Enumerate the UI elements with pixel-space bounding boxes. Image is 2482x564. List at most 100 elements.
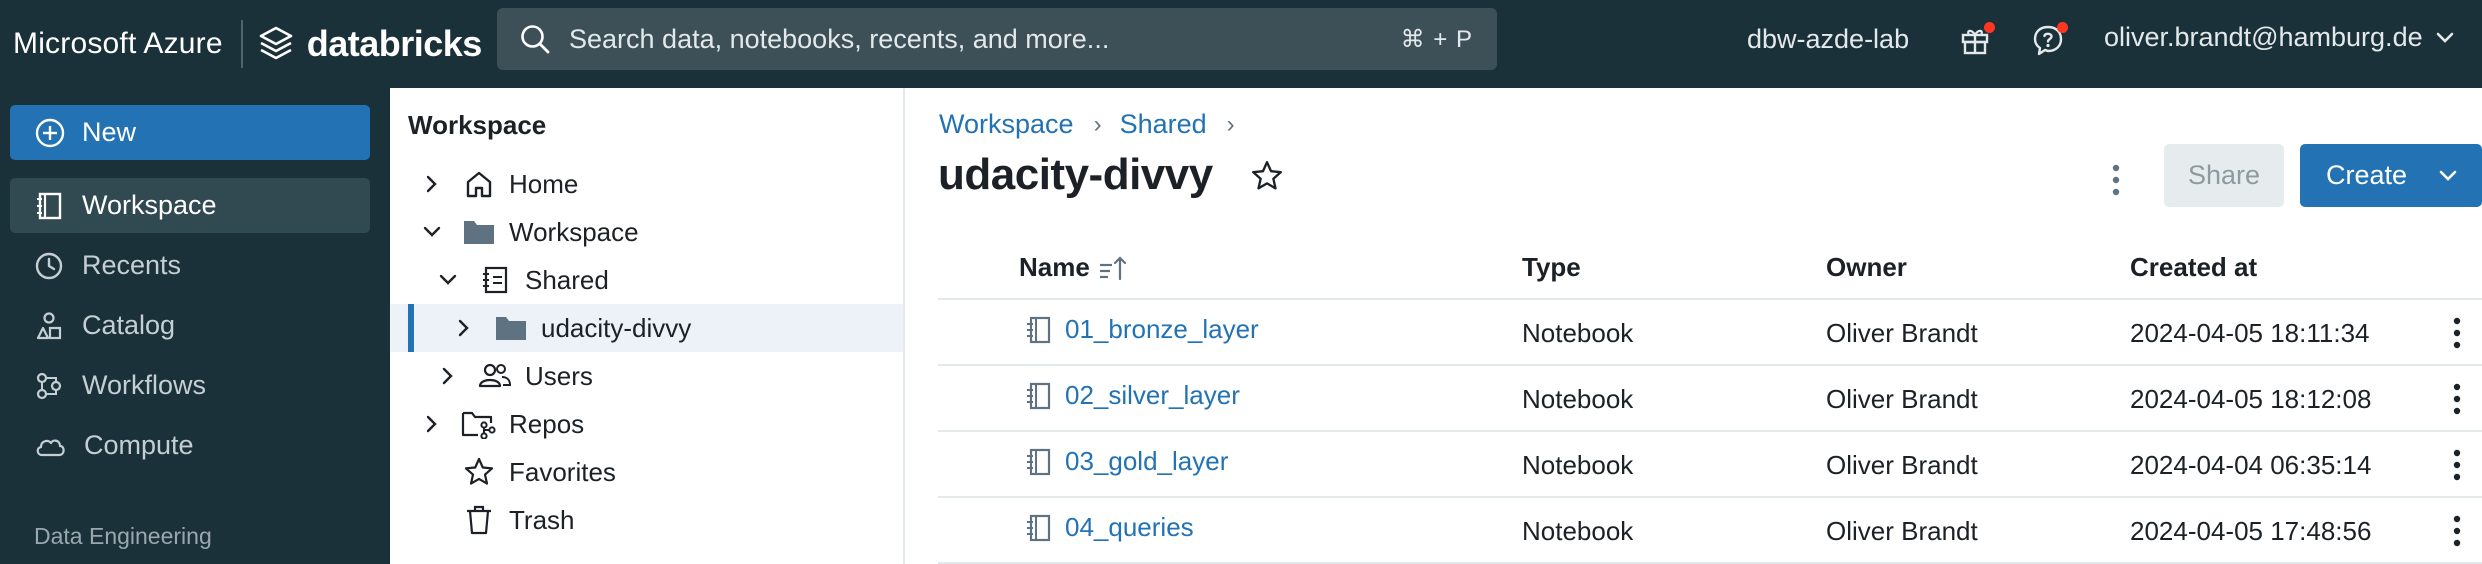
sidebar-item-label: Compute (84, 430, 194, 460)
top-bar: Microsoft Azure databricks ⌘ + P dbw-azd… (0, 0, 2482, 88)
sidebar-item-workflows[interactable]: Workflows (10, 358, 370, 413)
sidebar-item-label: Workspace (82, 190, 217, 220)
tree-item-home[interactable]: Home (390, 160, 903, 208)
databricks-logo[interactable]: databricks (259, 23, 482, 65)
folder-icon (493, 311, 529, 345)
notebook-link[interactable]: 03_gold_layer (1065, 446, 1228, 477)
kebab-menu-icon (2453, 317, 2461, 349)
owner-cell: Oliver Brandt (1826, 450, 1978, 480)
tree-title: Workspace (408, 110, 547, 140)
table-row[interactable]: 02_silver_layer Notebook Oliver Brandt 2… (938, 366, 2482, 432)
breadcrumb-link-workspace[interactable]: Workspace (939, 109, 1074, 140)
workspace-switcher[interactable]: dbw-azde-lab (1747, 24, 1909, 55)
tree-item-workspace[interactable]: Workspace (390, 208, 903, 256)
new-button[interactable]: New (10, 105, 370, 160)
chevron-right-icon: › (1226, 110, 1235, 138)
sidebar-section-heading: Data Engineering (34, 523, 212, 549)
sidebar-item-compute[interactable]: Compute (10, 418, 370, 473)
kebab-menu-icon (2112, 164, 2120, 196)
chevron-down-icon[interactable] (420, 220, 444, 244)
chevron-right-icon[interactable] (436, 364, 460, 388)
chevron-right-icon[interactable] (420, 412, 444, 436)
notebook-icon (1027, 514, 1051, 541)
column-header-label: Type (1522, 252, 1581, 282)
owner-cell: Oliver Brandt (1826, 384, 1978, 414)
search-shortcut: ⌘ + P (1400, 25, 1473, 53)
new-label: New (82, 117, 137, 147)
clock-icon (35, 252, 63, 279)
row-actions-button[interactable] (2442, 314, 2472, 352)
catalog-icon (36, 311, 62, 339)
notebook-link[interactable]: 04_queries (1065, 512, 1194, 543)
left-sidebar: New Workspace Recents Catalog Workflows … (0, 88, 390, 564)
column-header-owner[interactable]: Owner (1826, 252, 1907, 283)
users-icon (477, 359, 513, 393)
column-header-type[interactable]: Type (1522, 252, 1581, 283)
chevron-right-icon[interactable] (452, 316, 476, 340)
notebook-icon (1027, 448, 1051, 475)
type-cell: Notebook (1522, 516, 1634, 546)
shared-folder-icon (477, 263, 513, 297)
tree-item-udacity-divvy[interactable]: udacity-divvy (390, 304, 903, 352)
share-label: Share (2187, 160, 2261, 190)
tree-item-repos[interactable]: Repos (390, 400, 903, 448)
star-icon (1252, 161, 1282, 190)
created-at-cell: 2024-04-05 17:48:56 (2130, 516, 2372, 546)
table-row[interactable]: 03_gold_layer Notebook Oliver Brandt 202… (938, 432, 2482, 498)
type-cell: Notebook (1522, 318, 1634, 348)
chevron-right-icon[interactable] (420, 172, 444, 196)
workflows-icon (36, 372, 62, 399)
more-options-button[interactable] (2101, 160, 2131, 200)
home-icon (461, 167, 497, 201)
owner-cell: Oliver Brandt (1826, 516, 1978, 546)
tree-item-favorites[interactable]: Favorites (390, 448, 903, 496)
brand-divider (240, 20, 243, 68)
databricks-logo-icon (259, 26, 293, 60)
sidebar-item-workspace[interactable]: Workspace (10, 178, 370, 233)
created-at-cell: 2024-04-05 18:12:08 (2130, 384, 2372, 414)
row-actions-button[interactable] (2442, 512, 2472, 550)
column-header-name[interactable]: Name (1019, 252, 1128, 283)
trash-icon (461, 503, 497, 537)
share-button[interactable]: Share (2164, 144, 2284, 207)
notebook-link[interactable]: 01_bronze_layer (1065, 314, 1259, 345)
sidebar-item-catalog[interactable]: Catalog (10, 298, 370, 353)
tree-item-label: Users (525, 360, 593, 391)
search-input[interactable] (569, 23, 1401, 55)
product-name: databricks (306, 23, 483, 64)
tree-item-label: Trash (509, 504, 575, 535)
owner-cell: Oliver Brandt (1826, 318, 1978, 348)
row-actions-button[interactable] (2442, 446, 2472, 484)
column-header-created-at[interactable]: Created at (2130, 252, 2257, 283)
tree-item-users[interactable]: Users (390, 352, 903, 400)
column-header-label: Owner (1826, 252, 1907, 282)
brand[interactable]: Microsoft Azure databricks (0, 0, 482, 88)
table-row[interactable]: 01_bronze_layer Notebook Oliver Brandt 2… (938, 300, 2482, 366)
chevron-right-icon: › (1093, 110, 1102, 138)
notebook-link[interactable]: 02_silver_layer (1065, 380, 1240, 411)
chevron-down-icon[interactable] (436, 268, 460, 292)
whats-new-button[interactable] (1955, 20, 1995, 60)
global-search[interactable]: ⌘ + P (497, 8, 1497, 70)
chevron-down-icon (2439, 170, 2457, 181)
tree-item-trash[interactable]: Trash (390, 496, 903, 544)
star-icon (461, 455, 497, 489)
name-cell: 01_bronze_layer (1023, 314, 1259, 345)
breadcrumb-link-shared[interactable]: Shared (1120, 109, 1207, 140)
row-actions-button[interactable] (2442, 380, 2472, 418)
workspace-tree-panel: Workspace Home Workspace Shared udacity-… (390, 88, 905, 564)
favorite-button[interactable] (1247, 156, 1287, 196)
kebab-menu-icon (2453, 515, 2461, 547)
tree-item-shared[interactable]: Shared (390, 256, 903, 304)
page-title: udacity-divvy (938, 150, 1213, 199)
table-row[interactable]: 04_queries Notebook Oliver Brandt 2024-0… (938, 498, 2482, 564)
user-menu[interactable]: oliver.brandt@hamburg.de (2104, 22, 2455, 53)
create-button[interactable]: Create (2300, 144, 2482, 207)
tree-item-label: udacity-divvy (541, 312, 692, 343)
sidebar-item-recents[interactable]: Recents (10, 238, 370, 293)
type-cell: Notebook (1522, 384, 1634, 414)
help-button[interactable] (2028, 20, 2068, 60)
chevron-down-icon (2436, 32, 2453, 43)
sidebar-item-label: Workflows (82, 370, 207, 400)
repos-icon (461, 407, 497, 441)
